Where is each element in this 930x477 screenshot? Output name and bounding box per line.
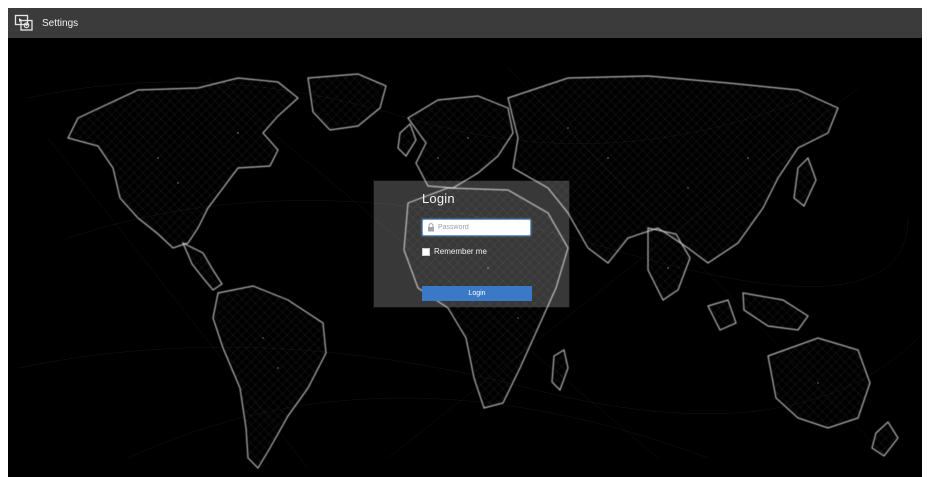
page-title: Settings <box>42 17 79 29</box>
login-title: Login <box>422 191 455 206</box>
top-bar: Settings <box>8 8 922 38</box>
login-panel: Login Remember me Login <box>374 181 569 307</box>
app-settings-icon[interactable] <box>14 14 34 32</box>
app-window: Settings Login Remember me Login <box>8 8 922 477</box>
lock-icon <box>426 223 436 233</box>
password-input[interactable] <box>436 221 528 234</box>
login-button[interactable]: Login <box>422 286 532 301</box>
remember-me-row[interactable]: Remember me <box>422 247 487 256</box>
remember-me-label[interactable]: Remember me <box>434 247 487 256</box>
remember-me-checkbox[interactable] <box>422 247 430 256</box>
password-field-wrapper[interactable] <box>422 219 531 236</box>
